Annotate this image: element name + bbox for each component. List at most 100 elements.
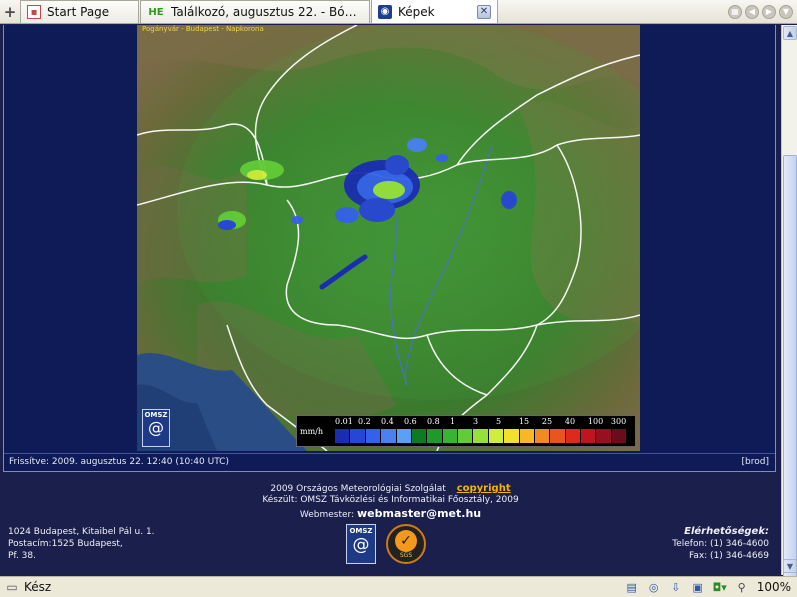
legend-swatch xyxy=(411,429,428,443)
scroll-right-icon[interactable]: ▶ xyxy=(762,4,776,19)
vertical-scrollbar[interactable]: ▲ ▼ xyxy=(781,25,797,580)
legend-label: 300 xyxy=(610,417,627,426)
address-line: Pf. 38. xyxy=(8,551,36,561)
updated-timestamp: Frissítve: 2009. augusztus 22. 12:40 (10… xyxy=(9,457,229,467)
legend-labels: 0.01 0.2 0.4 0.6 0.8 1 3 5 15 25 40 100 300 xyxy=(335,417,627,427)
map-omsz-logo: OMSZ @ xyxy=(142,409,170,447)
tab-start-page[interactable]: ▪ Start Page xyxy=(20,0,139,23)
copyright-link[interactable]: copyright xyxy=(457,483,511,494)
copyright-text: 2009 Országos Meteorológiai Szolgálat xyxy=(270,484,446,494)
legend-swatch xyxy=(442,429,458,443)
map-top-caption: Pogányvár - Budapest - Napkorona xyxy=(142,25,264,33)
legend-swatch xyxy=(427,429,443,443)
legend-swatch xyxy=(488,429,505,443)
legend-swatch xyxy=(565,429,581,443)
legend-label: 1 xyxy=(449,417,456,426)
checkmark-icon: ✓ xyxy=(395,529,417,552)
brod-link[interactable]: [brod] xyxy=(742,457,769,467)
legend-label: 0.01 xyxy=(335,417,353,426)
omsz-footer-logo[interactable]: OMSZ @ xyxy=(346,524,376,564)
sgs-certification-logo[interactable]: ✓ SGS xyxy=(386,524,426,564)
legend-label: 15 xyxy=(518,417,530,426)
legend-label: 0.2 xyxy=(357,417,371,426)
tab-list-icon[interactable]: ▼ xyxy=(779,4,793,19)
legend-swatch xyxy=(581,429,597,443)
status-text: Kész xyxy=(24,580,52,594)
precip-legend: mm/h 0.01 0.2 0.4 0.6 0.8 1 3 5 15 25 40 100 300 xyxy=(296,415,636,447)
legend-swatches xyxy=(335,429,628,443)
scroll-down-icon[interactable]: ▼ xyxy=(783,559,797,573)
made-by-text: Készült: OMSZ Távközlési és Informatikai… xyxy=(262,495,519,505)
view-dropdown-icon[interactable]: ◘▾ xyxy=(711,579,729,595)
address-line: 1024 Budapest, Kitaibel Pál u. 1. xyxy=(8,527,155,537)
webmaster-line: Webmester: webmaster@met.hu xyxy=(0,507,781,520)
page-status-icon: ▭ xyxy=(6,580,18,594)
legend-label: 25 xyxy=(541,417,553,426)
tab-menu-icon[interactable]: ▦ xyxy=(728,4,742,19)
scrollbar-thumb[interactable] xyxy=(783,155,797,580)
omsz-icon: ◉ xyxy=(378,4,392,19)
swirl-icon: @ xyxy=(148,418,164,437)
legend-swatch xyxy=(458,429,474,443)
download-icon[interactable]: ⇩ xyxy=(667,579,685,595)
legend-label: 100 xyxy=(587,417,604,426)
legend-swatch xyxy=(473,429,489,443)
fax-number: Fax: (1) 346-4669 xyxy=(688,551,769,561)
tab-label: Start Page xyxy=(47,5,110,19)
legend-unit: mm/h xyxy=(300,427,324,436)
legend-label: 0.4 xyxy=(380,417,394,426)
page-icon: ▪ xyxy=(27,5,41,19)
legend-label: 5 xyxy=(495,417,502,426)
legend-swatch xyxy=(534,429,551,443)
legend-swatch xyxy=(611,429,628,443)
scroll-up-icon[interactable]: ▲ xyxy=(783,26,797,40)
tab-label: Képek xyxy=(398,4,435,19)
footer: 2009 Országos Meteorológiai Szolgálat co… xyxy=(0,478,781,575)
footer-logos: OMSZ @ ✓ SGS xyxy=(346,524,426,564)
tab-kepek[interactable]: ◉ Képek ✕ xyxy=(371,0,498,23)
address-line: Postacím:1525 Budapest, xyxy=(8,539,123,549)
legend-swatch xyxy=(335,429,351,443)
address-block: 1024 Budapest, Kitaibel Pál u. 1. Postac… xyxy=(8,526,155,562)
phone-number: Telefon: (1) 346-4600 xyxy=(672,539,769,549)
radar-panel: Pogányvár - Budapest - Napkorona OMSZ @ … xyxy=(3,25,776,472)
legend-label: 0.6 xyxy=(403,417,417,426)
page-content: Pogányvár - Budapest - Napkorona OMSZ @ … xyxy=(0,25,781,575)
sgs-text: SGS xyxy=(399,551,413,559)
swirl-icon: @ xyxy=(352,535,370,555)
legend-swatch xyxy=(381,429,397,443)
legend-swatch xyxy=(350,429,366,443)
panels-icon[interactable]: ▤ xyxy=(623,579,641,595)
webmaster-email-link[interactable]: webmaster@met.hu xyxy=(357,507,481,520)
tab-talalkozo[interactable]: HE Találkozó, augusztus 22. - Bókay K... xyxy=(140,0,370,23)
legend-swatch xyxy=(596,429,612,443)
legend-label: 0.8 xyxy=(426,417,440,426)
close-icon[interactable]: ✕ xyxy=(477,4,491,19)
new-tab-button[interactable]: + xyxy=(0,0,20,23)
status-bar: ▭ Kész ▤ ◎ ⇩ ▣ ◘▾ ⚲ 100% xyxy=(0,576,797,597)
images-icon[interactable]: ▣ xyxy=(689,579,707,595)
legend-swatch xyxy=(504,429,520,443)
copyright-line: 2009 Országos Meteorológiai Szolgálat co… xyxy=(0,483,781,494)
legend-swatch xyxy=(550,429,566,443)
legend-swatch xyxy=(519,429,535,443)
zoom-icon[interactable]: ⚲ xyxy=(733,579,751,595)
scroll-left-icon[interactable]: ◀ xyxy=(745,4,759,19)
legend-label: 3 xyxy=(472,417,479,426)
tab-controls: ▦ ◀ ▶ ▼ xyxy=(728,0,797,23)
radar-map: Pogányvár - Budapest - Napkorona OMSZ @ … xyxy=(137,25,640,451)
radar-map-image: Pogányvár - Budapest - Napkorona xyxy=(137,25,640,451)
he-icon: HE xyxy=(148,6,164,18)
contact-title: Elérhetőségek: xyxy=(684,526,769,537)
update-row: Frissítve: 2009. augusztus 22. 12:40 (10… xyxy=(4,453,775,471)
speed-dial-icon[interactable]: ◎ xyxy=(645,579,663,595)
legend-label: 40 xyxy=(564,417,576,426)
legend-swatch xyxy=(396,429,412,443)
zoom-level[interactable]: 100% xyxy=(757,580,791,594)
tab-bar: + ▪ Start Page HE Találkozó, augusztus 2… xyxy=(0,0,797,24)
webmaster-label: Webmester: xyxy=(299,510,355,520)
legend-swatch xyxy=(365,429,382,443)
omsz-footer-logo-text: OMSZ xyxy=(349,527,373,535)
tab-label: Találkozó, augusztus 22. - Bókay K... xyxy=(171,5,363,19)
contact-block: Elérhetőségek: Telefon: (1) 346-4600 Fax… xyxy=(672,526,769,562)
